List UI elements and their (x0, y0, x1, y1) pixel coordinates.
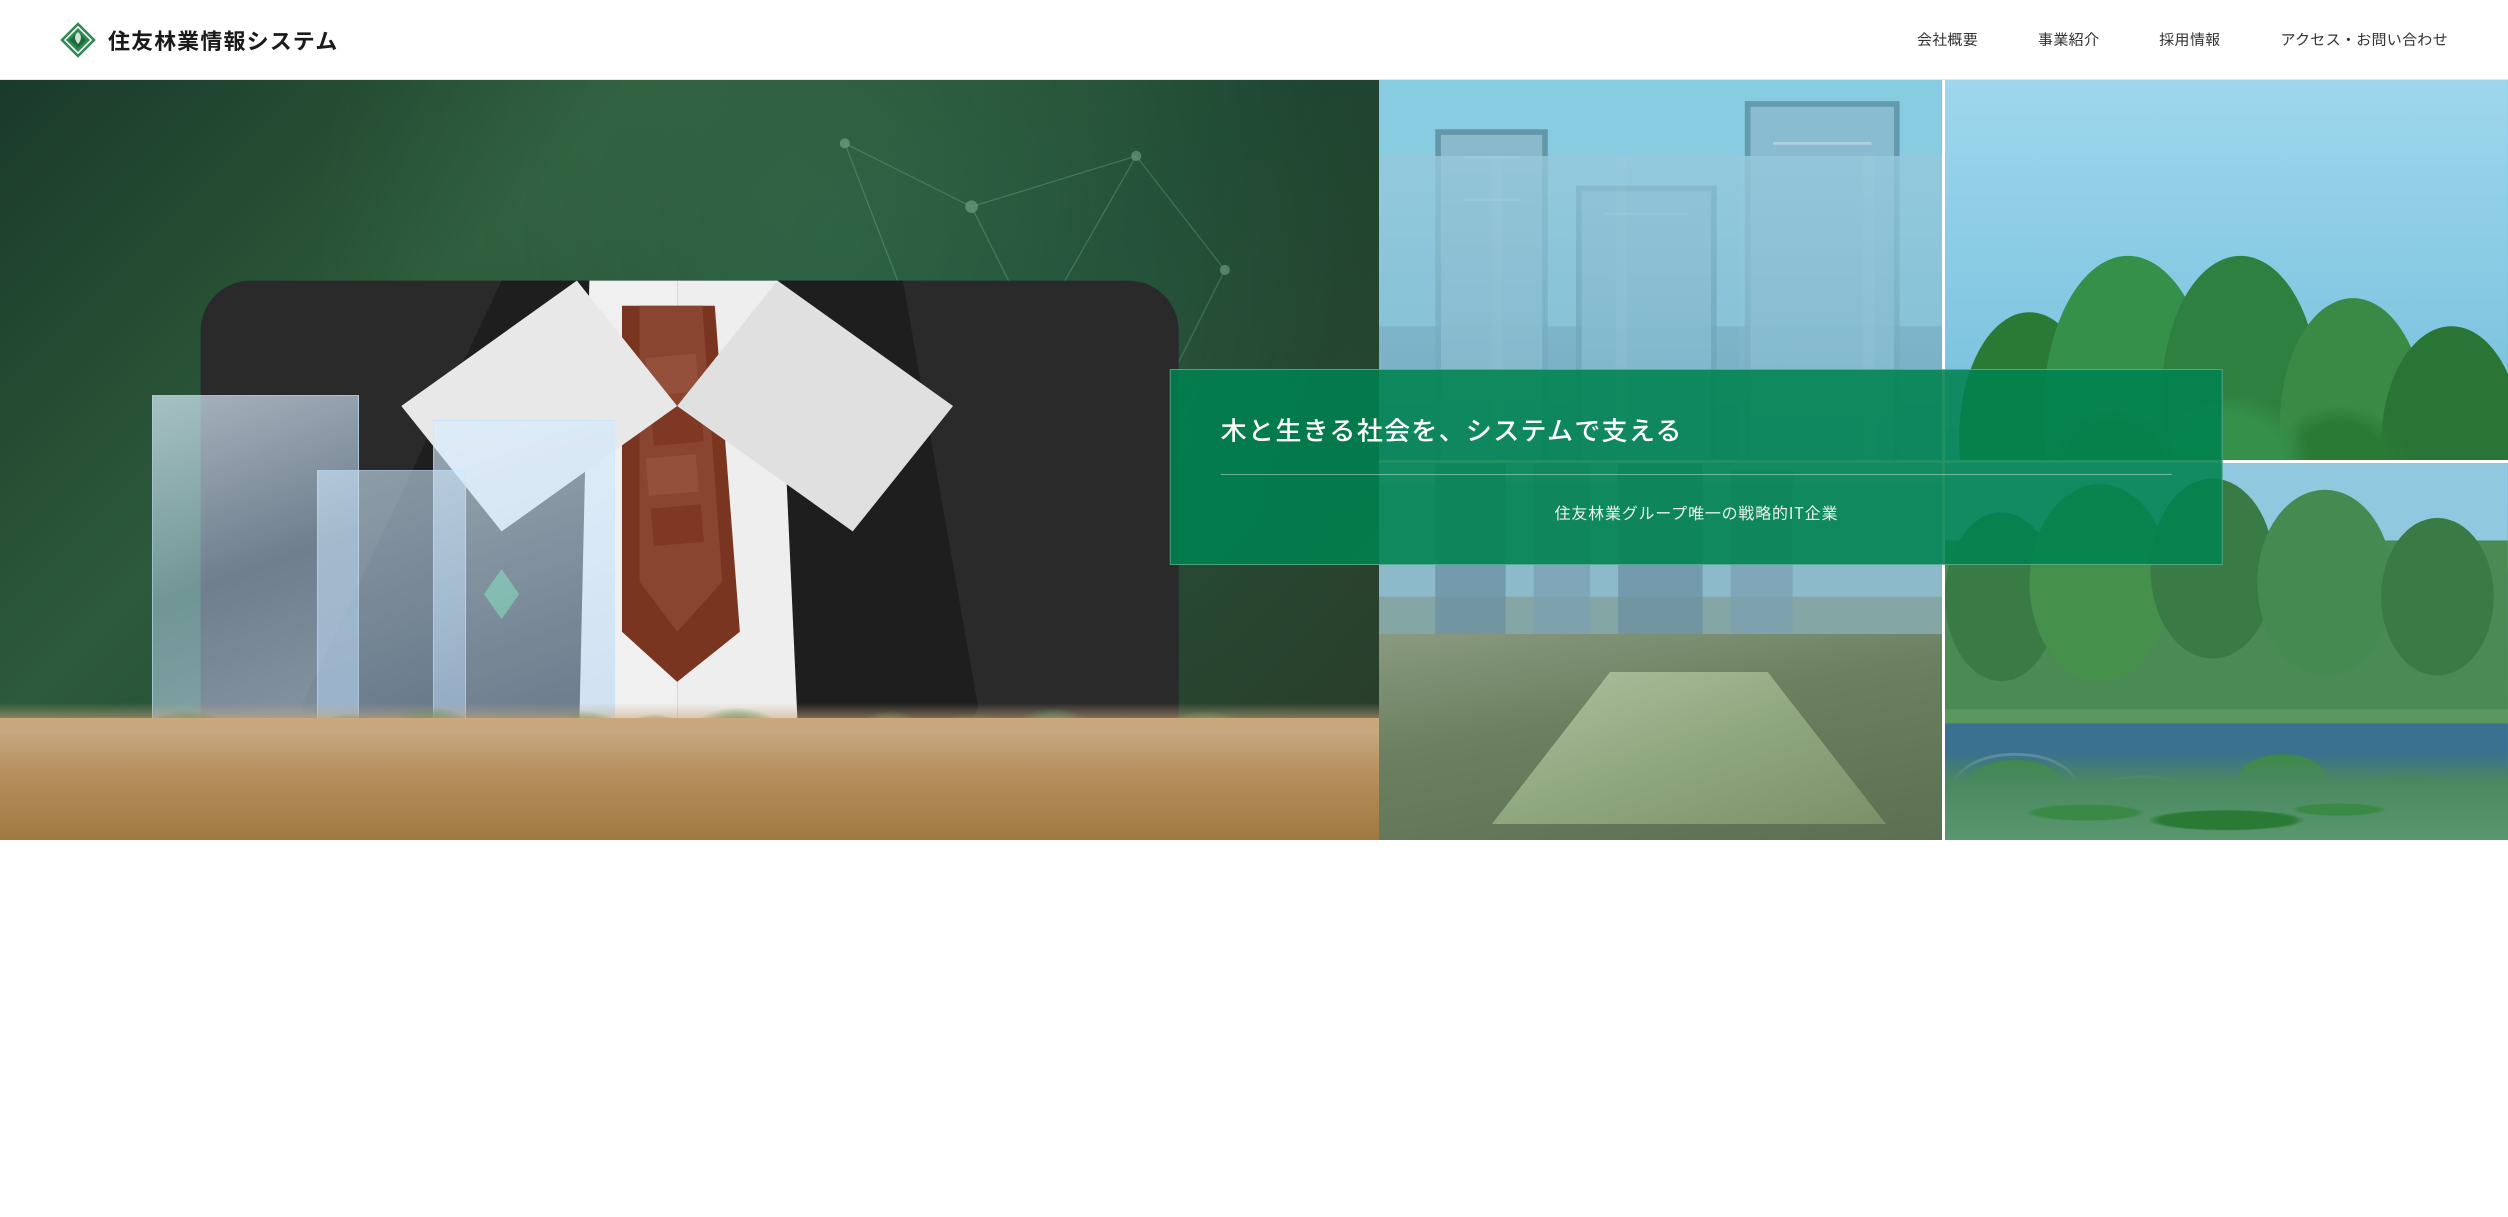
header: 住友林業情報システム 会社概要 事業紹介 採用情報 アクセス・お問い合わせ (0, 0, 2508, 80)
nav-item-access[interactable]: アクセス・お問い合わせ (2280, 29, 2448, 50)
logo-text: 住友林業情報システム (108, 24, 338, 56)
nav-item-recruit[interactable]: 採用情報 (2159, 29, 2220, 50)
nav-item-business[interactable]: 事業紹介 (2038, 29, 2099, 50)
hero-section: 木と生きる社会を、システムで支える 住友林業グループ唯一の戦略的IT企業 (0, 80, 2508, 840)
logo-diamond-icon (60, 22, 96, 58)
logo-area: 住友林業情報システム (60, 22, 338, 58)
hero-text-box: 木と生きる社会を、システムで支える 住友林業グループ唯一の戦略的IT企業 (1170, 369, 2223, 565)
main-nav: 会社概要 事業紹介 採用情報 アクセス・お問い合わせ (1917, 29, 2448, 50)
hero-tagline: 木と生きる社会を、システムで支える (1221, 410, 2172, 475)
nav-item-company[interactable]: 会社概要 (1917, 29, 1978, 50)
hero-subtitle: 住友林業グループ唯一の戦略的IT企業 (1221, 500, 2172, 524)
hands-visual (0, 703, 1379, 840)
